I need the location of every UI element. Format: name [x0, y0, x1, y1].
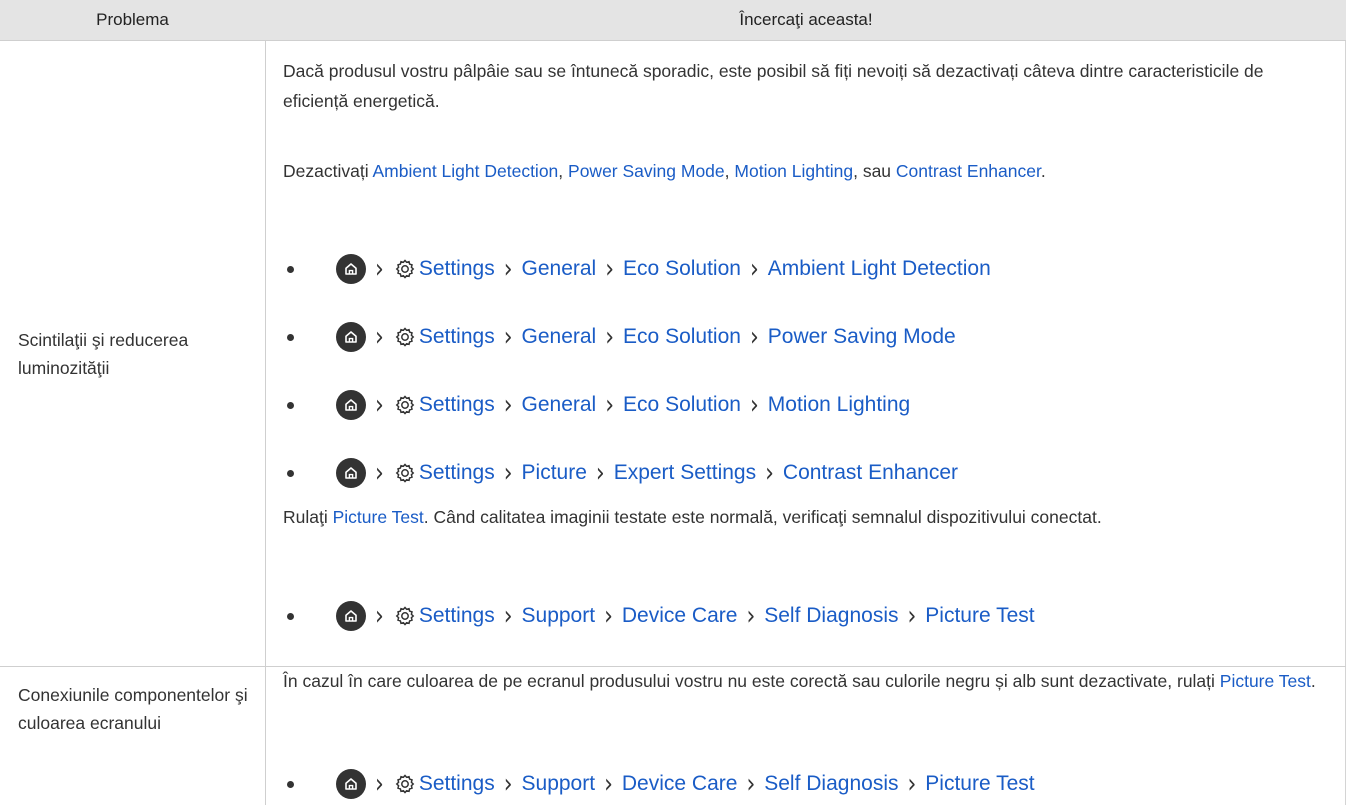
gear-icon [393, 325, 417, 349]
menu-item-support[interactable]: Support [522, 772, 596, 796]
chevron-right-icon: › [503, 601, 513, 631]
chevron-right-icon: › [375, 458, 384, 488]
home-icon[interactable] [336, 254, 366, 284]
header-divider [0, 40, 1346, 41]
chevron-right-icon: › [375, 769, 384, 799]
chevron-right-icon: › [605, 322, 615, 352]
menu-item-settings[interactable]: Settings [419, 461, 495, 485]
bullet-dot [287, 401, 294, 409]
gear-icon [393, 604, 417, 628]
gear-icon [393, 393, 417, 417]
chevron-right-icon: › [746, 769, 756, 799]
menu-item-settings[interactable]: Settings [419, 772, 495, 796]
chevron-right-icon: › [503, 769, 513, 799]
header-solution: Încercaţi aceasta! [739, 10, 873, 29]
bullet-dot [287, 612, 294, 620]
gear-icon [393, 461, 417, 485]
menu-item-picture-test[interactable]: Picture Test [925, 772, 1034, 796]
menu-item-eco-solution[interactable]: Eco Solution [623, 257, 741, 281]
chevron-right-icon: › [375, 601, 384, 631]
chevron-right-icon: › [749, 322, 759, 352]
menu-path: › Settings › General › Eco Solution › Motion Li… [283, 387, 910, 423]
menu-item-support[interactable]: Support [522, 604, 596, 628]
menu-item-expert-settings[interactable]: Expert Settings [614, 461, 756, 485]
chevron-right-icon: › [605, 254, 615, 284]
home-icon[interactable] [336, 390, 366, 420]
menu-item-ambient-light-detection[interactable]: Ambient Light Detection [768, 257, 991, 281]
row1-para2: Dezactivați Ambient Light Detection, Pow… [283, 161, 1046, 181]
menu-item-device-care[interactable]: Device Care [622, 604, 738, 628]
menu-path: › Settings › Support › Device Care › Self Diagn… [283, 766, 1035, 802]
chevron-right-icon: › [604, 769, 613, 799]
chevron-right-icon: › [375, 254, 384, 284]
chevron-right-icon: › [503, 322, 513, 352]
menu-item-general[interactable]: General [522, 257, 597, 281]
home-icon[interactable] [336, 458, 366, 488]
link-picture-test[interactable]: Picture Test [333, 507, 424, 527]
chevron-right-icon: › [765, 458, 774, 488]
chevron-right-icon: › [749, 254, 759, 284]
bullet-dot [287, 333, 294, 341]
gear-icon [393, 772, 417, 796]
row1-problem: Scintilaţii şi reducerea luminozităţii [18, 330, 189, 378]
link-picture-test[interactable]: Picture Test [1220, 671, 1311, 691]
menu-item-settings[interactable]: Settings [419, 325, 495, 349]
menu-item-settings[interactable]: Settings [419, 393, 495, 417]
bullet-dot [287, 469, 294, 477]
chevron-right-icon: › [907, 601, 917, 631]
row2-problem: Conexiunile componentelor şi culoarea ec… [18, 685, 248, 733]
menu-item-self-diagnosis[interactable]: Self Diagnosis [764, 772, 898, 796]
home-icon[interactable] [336, 322, 366, 352]
column-divider [265, 40, 266, 805]
gear-icon [393, 257, 417, 281]
link-contrast-enhancer[interactable]: Contrast Enhancer [896, 161, 1041, 181]
bullet-dot [287, 265, 294, 273]
menu-item-contrast-enhancer[interactable]: Contrast Enhancer [783, 461, 958, 485]
chevron-right-icon: › [604, 601, 613, 631]
menu-item-general[interactable]: General [522, 325, 597, 349]
menu-item-general[interactable]: General [522, 393, 597, 417]
menu-path: › Settings › Support › Device Care › Self Diagn… [283, 598, 1035, 634]
troubleshooting-table: Problema Încercaţi aceasta! Scintilaţii … [0, 0, 1346, 805]
row1-para3: Rulaţi Picture Test. Când calitatea imag… [283, 507, 1102, 527]
chevron-right-icon: › [503, 458, 513, 488]
menu-item-eco-solution[interactable]: Eco Solution [623, 325, 741, 349]
chevron-right-icon: › [503, 254, 513, 284]
link-ambient-light-detection[interactable]: Ambient Light Detection [372, 161, 558, 181]
menu-item-power-saving-mode[interactable]: Power Saving Mode [768, 325, 956, 349]
link-power-saving-mode[interactable]: Power Saving Mode [568, 161, 725, 181]
chevron-right-icon: › [375, 322, 384, 352]
row2-para1: În cazul în care culoarea de pe ecranul … [283, 671, 1316, 691]
chevron-right-icon: › [375, 390, 384, 420]
chevron-right-icon: › [595, 458, 605, 488]
menu-path: › Settings › General › Eco Solution › Power Sav… [283, 319, 956, 355]
menu-item-picture[interactable]: Picture [522, 461, 587, 485]
header-problem: Problema [96, 10, 169, 29]
table-header: Problema Încercaţi aceasta! [0, 0, 1346, 40]
chevron-right-icon: › [907, 769, 917, 799]
chevron-right-icon: › [746, 601, 756, 631]
menu-item-device-care[interactable]: Device Care [622, 772, 738, 796]
chevron-right-icon: › [605, 390, 615, 420]
chevron-right-icon: › [503, 390, 513, 420]
menu-path: › Settings › General › Eco Solution › Ambient L… [283, 251, 991, 287]
menu-item-eco-solution[interactable]: Eco Solution [623, 393, 741, 417]
home-icon[interactable] [336, 769, 366, 799]
menu-item-self-diagnosis[interactable]: Self Diagnosis [764, 604, 898, 628]
bullet-dot [287, 780, 294, 788]
row1-para1: Dacă produsul vostru pâlpâie sau se întu… [283, 61, 1264, 111]
menu-item-picture-test[interactable]: Picture Test [925, 604, 1034, 628]
menu-item-motion-lighting[interactable]: Motion Lighting [768, 393, 910, 417]
chevron-right-icon: › [749, 390, 759, 420]
home-icon[interactable] [336, 601, 366, 631]
menu-item-settings[interactable]: Settings [419, 257, 495, 281]
menu-path: › Settings › Picture › Expert Settings › Contra… [283, 455, 958, 491]
menu-item-settings[interactable]: Settings [419, 604, 495, 628]
link-motion-lighting[interactable]: Motion Lighting [734, 161, 853, 181]
